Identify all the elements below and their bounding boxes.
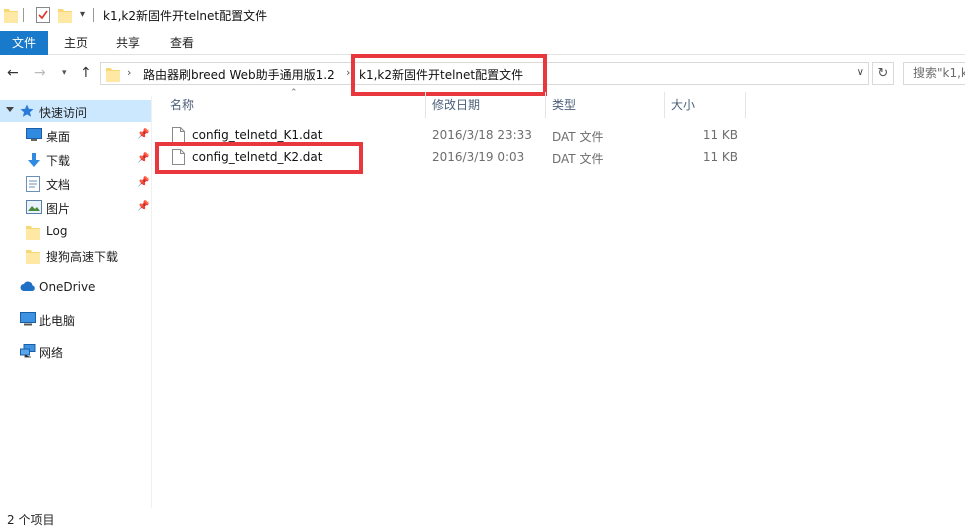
sidebar-item-documents[interactable]: 文档 📌: [0, 172, 151, 194]
file-type: DAT 文件: [552, 152, 604, 166]
documents-icon: [26, 176, 40, 195]
file-date: 2016/3/18 23:33: [432, 128, 532, 142]
column-header-date[interactable]: 修改日期: [426, 92, 546, 118]
sidebar-item-label: 网络: [39, 346, 64, 360]
sidebar-item-log[interactable]: Log: [0, 220, 151, 242]
sidebar-item-downloads[interactable]: 下载 📌: [0, 148, 151, 170]
recent-locations-icon[interactable]: ▾: [62, 68, 67, 78]
chevron-down-icon[interactable]: ∨: [857, 67, 864, 78]
pin-icon[interactable]: 📌: [137, 177, 149, 188]
file-size: 11 KB: [702, 150, 738, 164]
column-header-size[interactable]: 大小: [665, 92, 746, 118]
star-icon: [20, 104, 34, 121]
up-arrow-icon[interactable]: ↑: [80, 65, 92, 81]
sidebar-item-label: 文档: [46, 178, 71, 192]
status-item-count: 2 个项目: [7, 513, 55, 527]
folder-icon: [26, 224, 40, 243]
column-header-name[interactable]: 名称: [164, 92, 426, 118]
sidebar-item-network[interactable]: 网络: [0, 340, 151, 362]
tab-file[interactable]: 文件: [0, 31, 48, 55]
download-icon: [26, 152, 42, 171]
forward-arrow-icon[interactable]: →: [34, 65, 46, 81]
column-header-type[interactable]: 类型: [546, 92, 665, 118]
tab-view[interactable]: 查看: [162, 31, 202, 55]
chevron-right-icon[interactable]: ›: [127, 66, 131, 79]
pictures-icon: [26, 200, 42, 217]
sidebar-item-onedrive[interactable]: OneDrive: [0, 276, 151, 298]
highlight-box-address: [351, 54, 547, 96]
sidebar-item-label: OneDrive: [39, 280, 96, 294]
file-size: 11 KB: [702, 128, 738, 142]
sidebar-item-this-pc[interactable]: 此电脑: [0, 308, 151, 330]
folder-icon: [106, 66, 120, 85]
breadcrumb-parent[interactable]: 路由器刷breed Web助手通用版1.2: [143, 66, 335, 83]
window-title: k1,k2新固件开telnet配置文件: [103, 9, 268, 23]
sidebar-item-label: 图片: [46, 202, 71, 216]
file-date: 2016/3/19 0:03: [432, 150, 525, 164]
divider: [93, 8, 94, 22]
desktop-icon: [26, 128, 42, 145]
title-bar: ▾ k1,k2新固件开telnet配置文件: [0, 0, 965, 31]
sidebar-item-desktop[interactable]: 桌面 📌: [0, 124, 151, 146]
sidebar-item-label: 快速访问: [39, 106, 88, 120]
new-folder-icon[interactable]: [58, 7, 72, 26]
tab-home[interactable]: 主页: [56, 31, 96, 55]
sidebar-item-label: 下载: [46, 154, 71, 168]
back-arrow-icon[interactable]: ←: [7, 65, 19, 81]
sidebar-item-label: 桌面: [46, 130, 71, 144]
ribbon-tabs: 文件 主页 共享 查看: [0, 31, 965, 55]
highlight-box-file: [155, 142, 363, 174]
search-input[interactable]: 搜索"k1,k2新固件开telnet配置文件": [903, 62, 965, 85]
sidebar-item-pictures[interactable]: 图片 📌: [0, 196, 151, 218]
cloud-icon: [20, 280, 36, 295]
sidebar-item-label: Log: [46, 224, 68, 238]
folder-icon: [26, 248, 40, 267]
sidebar-item-sogou-downloads[interactable]: 搜狗高速下载: [0, 244, 151, 266]
customize-toolbar-icon[interactable]: ▾: [80, 9, 85, 20]
sidebar-item-label: 此电脑: [39, 314, 76, 328]
computer-icon: [20, 312, 36, 329]
chevron-right-icon[interactable]: ›: [346, 66, 350, 79]
file-type: DAT 文件: [552, 130, 604, 144]
properties-icon[interactable]: [36, 7, 50, 26]
tab-share[interactable]: 共享: [108, 31, 148, 55]
pin-icon[interactable]: 📌: [137, 153, 149, 164]
refresh-button[interactable]: ↻: [872, 62, 894, 85]
pin-icon[interactable]: 📌: [137, 201, 149, 212]
expand-icon[interactable]: [6, 107, 14, 112]
folder-icon[interactable]: [4, 7, 18, 26]
sidebar-item-quick-access[interactable]: 快速访问: [0, 100, 151, 122]
divider: [23, 8, 24, 22]
navigation-pane: 快速访问 桌面 📌 下载 📌 文档 📌 图片 📌 Log 搜狗高速下载 OneD…: [0, 96, 152, 508]
file-name[interactable]: config_telnetd_K1.dat: [192, 128, 322, 142]
sidebar-item-label: 搜狗高速下载: [46, 250, 119, 264]
pin-icon[interactable]: 📌: [137, 129, 149, 140]
network-icon: [20, 344, 36, 361]
